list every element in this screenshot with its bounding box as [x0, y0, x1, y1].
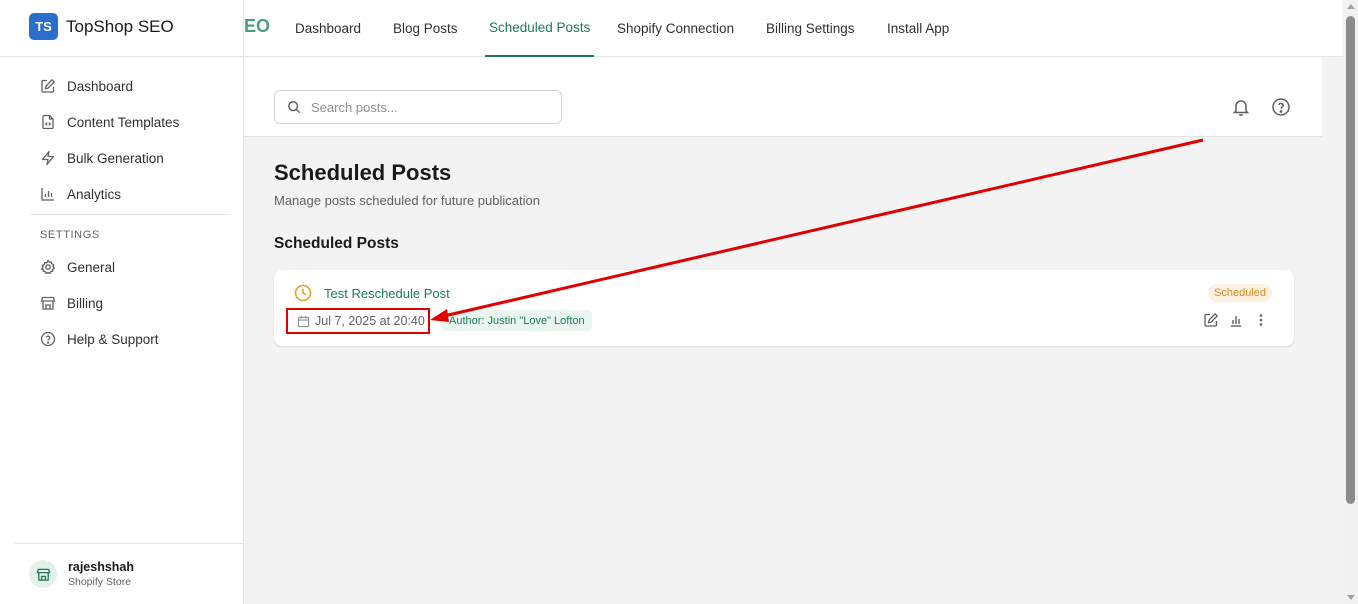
- post-date-text: Jul 7, 2025 at 20:40: [315, 314, 425, 328]
- tab-billing-settings[interactable]: Billing Settings: [766, 0, 855, 57]
- sidebar-item-general[interactable]: General: [30, 249, 230, 285]
- calendar-icon: [297, 315, 310, 327]
- scheduled-post-card: Test Reschedule Post Jul 7, 2025 at 20:4…: [274, 270, 1294, 346]
- sidebar-item-dashboard[interactable]: Dashboard: [30, 68, 230, 104]
- sidebar-item-label: Billing: [67, 295, 104, 311]
- search-icon: [288, 101, 301, 114]
- sidebar: TS TopShop SEO Dashboard Content Templat…: [0, 0, 244, 604]
- post-date: Jul 7, 2025 at 20:40: [286, 308, 430, 334]
- bar-chart-icon: [41, 188, 54, 201]
- sidebar-item-label: Bulk Generation: [67, 150, 164, 166]
- page-title: Scheduled Posts: [274, 160, 452, 185]
- brand-fragment: EO: [244, 16, 271, 36]
- scroll-thumb[interactable]: [1346, 16, 1355, 504]
- section-title: Scheduled Posts: [274, 235, 399, 252]
- scroll-up-arrow-icon[interactable]: [1347, 4, 1355, 9]
- search-input[interactable]: [311, 99, 551, 115]
- sidebar-divider: [15, 543, 244, 544]
- sidebar-item-content-templates[interactable]: Content Templates: [30, 104, 230, 140]
- bell-icon[interactable]: [1231, 97, 1251, 117]
- tab-scheduled-posts[interactable]: Scheduled Posts: [485, 0, 595, 57]
- post-title[interactable]: Test Reschedule Post: [324, 286, 450, 301]
- sidebar-item-label: General: [67, 259, 116, 275]
- page-scrollbar[interactable]: [1343, 0, 1358, 604]
- brand-name: TopShop SEO: [66, 16, 174, 36]
- page-subtitle: Manage posts scheduled for future public…: [274, 193, 540, 208]
- tab-install-app[interactable]: Install App: [887, 0, 949, 57]
- sidebar-divider: [30, 214, 230, 215]
- help-circle-icon: [40, 331, 56, 347]
- clock-icon: [294, 284, 312, 302]
- sidebar-item-label: Dashboard: [67, 78, 134, 94]
- user-store-type: Shopify Store: [68, 576, 132, 588]
- settings-nav: General Billing Help & Support: [30, 249, 230, 357]
- status-badge: Scheduled: [1208, 284, 1272, 302]
- sidebar-item-analytics[interactable]: Analytics: [30, 176, 230, 212]
- lightning-icon: [41, 150, 55, 166]
- store-icon: [40, 296, 56, 310]
- bar-chart-icon[interactable]: [1228, 312, 1244, 328]
- sidebar-item-label: Help & Support: [67, 331, 159, 347]
- sidebar-item-label: Content Templates: [67, 114, 180, 130]
- sidebar-divider: [0, 56, 244, 57]
- edit-icon[interactable]: [1203, 312, 1219, 328]
- scroll-down-arrow-icon[interactable]: [1347, 595, 1355, 600]
- sidebar-item-help-support[interactable]: Help & Support: [30, 321, 230, 357]
- store-icon: [36, 568, 50, 581]
- sidebar-nav: Dashboard Content Templates Bulk Generat…: [30, 68, 230, 212]
- file-code-icon: [42, 114, 54, 130]
- tab-blog-posts[interactable]: Blog Posts: [393, 0, 458, 57]
- tab-dashboard[interactable]: Dashboard: [295, 0, 361, 57]
- gear-icon: [40, 259, 56, 275]
- settings-section-label: SETTINGS: [40, 229, 100, 241]
- avatar: [29, 560, 57, 588]
- brand-logo: TS: [29, 13, 58, 40]
- more-vertical-icon[interactable]: [1253, 312, 1269, 328]
- search-box[interactable]: [274, 90, 562, 124]
- top-nav: EO Dashboard Blog Posts Scheduled Posts …: [244, 0, 1343, 57]
- sidebar-item-bulk-generation[interactable]: Bulk Generation: [30, 140, 230, 176]
- user-profile[interactable]: rajeshshah Shopify Store: [29, 560, 134, 588]
- help-circle-icon[interactable]: [1271, 97, 1291, 117]
- brand[interactable]: TS TopShop SEO: [29, 13, 174, 40]
- tab-shopify-connection[interactable]: Shopify Connection: [617, 0, 734, 57]
- edit-icon: [41, 78, 56, 93]
- sidebar-item-label: Analytics: [67, 186, 122, 202]
- user-name: rajeshshah: [68, 560, 135, 574]
- sidebar-item-billing[interactable]: Billing: [30, 285, 230, 321]
- author-badge: Author: Justin "Love" Lofton: [442, 310, 592, 331]
- toolbar: [244, 57, 1322, 137]
